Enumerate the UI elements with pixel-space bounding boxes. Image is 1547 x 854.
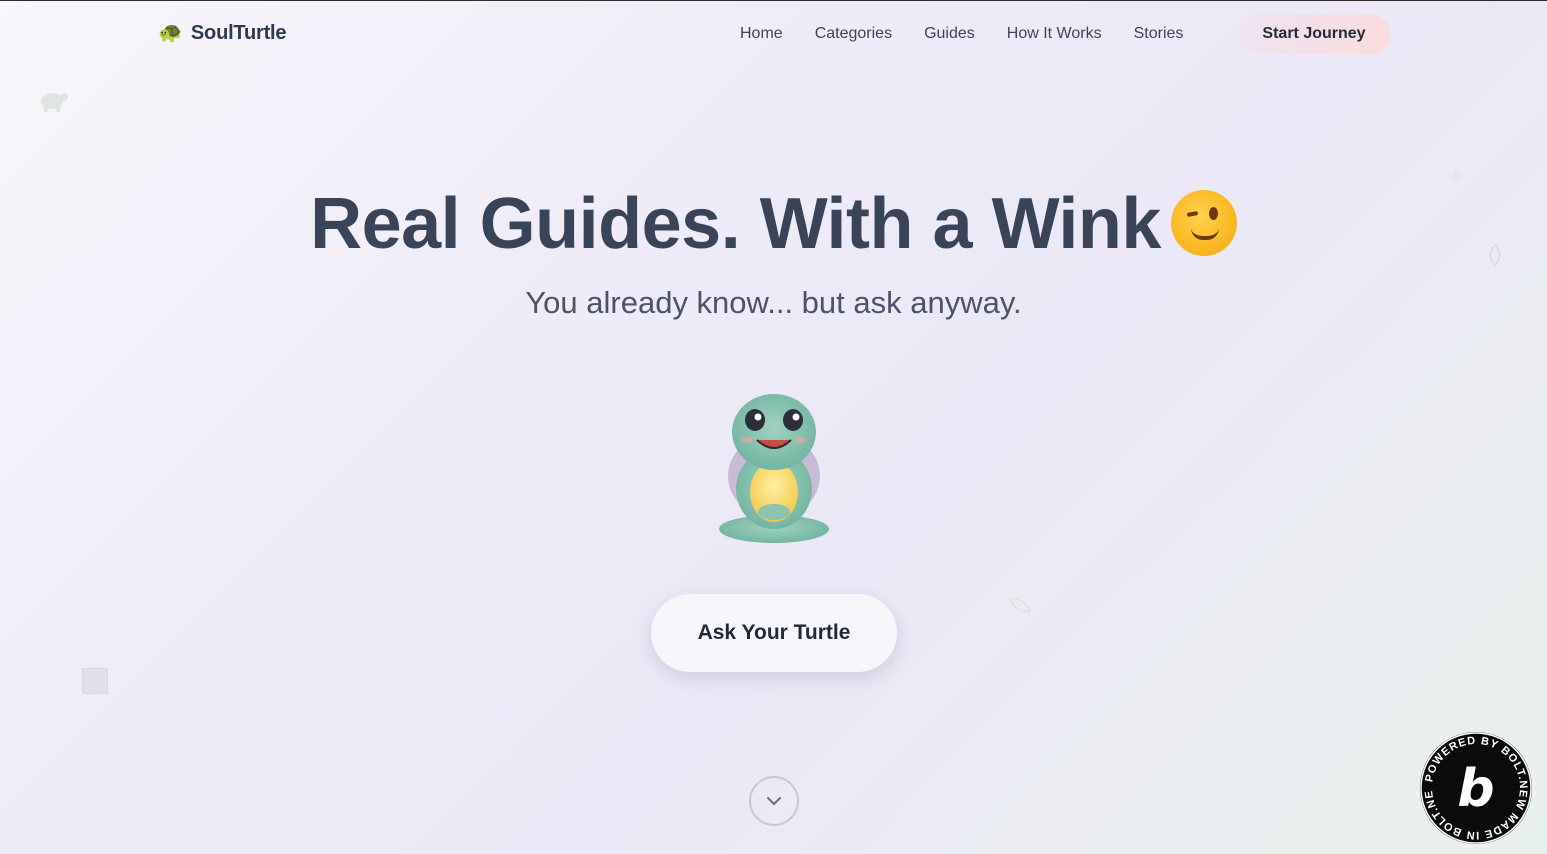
nav-link-categories[interactable]: Categories — [815, 23, 892, 45]
ask-your-turtle-button[interactable]: Ask Your Turtle — [651, 594, 897, 672]
nav-link-guides[interactable]: Guides — [924, 23, 975, 45]
bolt-badge[interactable]: POWERED BY BOLT.NEW MADE IN BOLT.NEW b — [1419, 731, 1533, 845]
turtle-logo-icon: 🐢 — [158, 22, 183, 44]
nav-link-home[interactable]: Home — [740, 23, 783, 45]
hero-headline: Real Guides. With a Wink — [0, 183, 1547, 265]
chevron-down-icon — [767, 797, 781, 806]
nav-links: Home Categories Guides How It Works Stor… — [740, 23, 1215, 45]
nav-link-how-it-works[interactable]: How It Works — [1007, 23, 1102, 45]
wink-emoji-icon — [1170, 190, 1237, 256]
nav-link-stories[interactable]: Stories — [1134, 23, 1184, 45]
badge-letter: b — [1457, 759, 1494, 819]
floating-square-shape — [82, 668, 108, 694]
hero-subtitle: You already know... but ask anyway. — [525, 285, 1022, 320]
scroll-down-button[interactable] — [749, 776, 799, 826]
start-journey-button[interactable]: Start Journey — [1238, 14, 1390, 54]
hero-headline-text: Real Guides. With a Wink — [310, 184, 1161, 264]
floating-turtle-icon — [41, 93, 68, 112]
floating-moon-icon — [1009, 597, 1031, 613]
brand-logo[interactable]: 🐢 SoulTurtle — [158, 21, 287, 45]
brand-name: SoulTurtle — [190, 21, 287, 44]
meditating-turtle-icon — [719, 394, 829, 543]
top-navigation: 🐢 SoulTurtle Home Categories Guides How … — [0, 1, 1547, 67]
